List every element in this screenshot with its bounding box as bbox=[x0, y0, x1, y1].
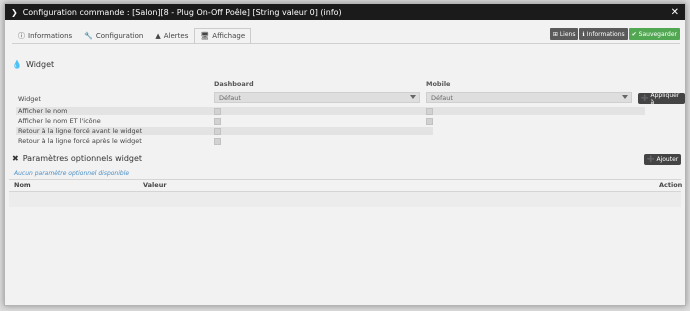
plus-circle-icon: ➕ bbox=[647, 156, 655, 163]
tab-informations[interactable]: ⓘ Informations bbox=[12, 28, 78, 44]
triangle-alert-icon: ▲ bbox=[155, 32, 161, 40]
widget-section-label: Widget bbox=[25, 60, 55, 69]
save-label: Sauvegarder bbox=[638, 30, 677, 38]
close-icon[interactable]: ✕ bbox=[671, 7, 679, 18]
add-parameter-label: Ajouter bbox=[656, 156, 679, 163]
tab-label: Configuration bbox=[95, 32, 144, 40]
wrench-icon: 🔧 bbox=[84, 32, 93, 40]
params-section-label: Paramètres optionnels widget bbox=[22, 154, 143, 163]
dashboard-break-after-checkbox[interactable] bbox=[214, 138, 221, 145]
widget-row-label: Widget bbox=[18, 95, 41, 103]
tab-alertes[interactable]: ▲ Alertes bbox=[149, 28, 194, 44]
dialog-titlebar: ❯ Configuration commande : [Salon][8 - P… bbox=[5, 4, 685, 20]
dashboard-widget-select[interactable]: Défaut bbox=[214, 92, 420, 103]
mobile-show-name-icon-checkbox[interactable] bbox=[426, 118, 433, 125]
apply-to-button[interactable]: ➕ Appliquer à bbox=[638, 91, 685, 106]
option-label-break-after: Retour à la ligne forcé après le widget bbox=[18, 137, 142, 145]
option-row-bg bbox=[16, 107, 433, 115]
mobile-select-value: Défaut bbox=[431, 93, 453, 102]
info-icon: ℹ bbox=[582, 30, 585, 38]
monitor-icon: 🖥 bbox=[200, 32, 210, 40]
widget-panel: Dashboard Mobile Widget Défaut Défaut ➕ … bbox=[12, 76, 685, 156]
dashboard-show-name-checkbox[interactable] bbox=[214, 108, 221, 115]
mobile-widget-select[interactable]: Défaut bbox=[426, 92, 632, 103]
option-label-show-name-icon: Afficher le nom ET l'icône bbox=[18, 117, 101, 125]
tab-label: Alertes bbox=[163, 32, 189, 40]
chevron-right-icon: ❯ bbox=[11, 7, 18, 17]
add-parameter-button[interactable]: ➕ Ajouter bbox=[644, 154, 682, 165]
links-button[interactable]: ⊞ Liens bbox=[549, 28, 579, 40]
informations-label: Informations bbox=[586, 30, 625, 38]
column-header-value: Valeur bbox=[143, 181, 167, 189]
dashboard-break-before-checkbox[interactable] bbox=[214, 128, 221, 135]
chevron-down-icon bbox=[410, 95, 416, 99]
apply-to-label: Appliquer à bbox=[650, 91, 680, 106]
action-buttons: ⊞ Liens ℹ Informations ✔ Sauvegarder bbox=[549, 28, 680, 40]
drop-icon: 💧 bbox=[12, 60, 22, 69]
params-section-title: ✖ Paramètres optionnels widget bbox=[12, 154, 142, 163]
check-icon: ✔ bbox=[631, 30, 637, 38]
tab-label: Affichage bbox=[212, 32, 246, 40]
widget-section-title: 💧 Widget bbox=[12, 60, 54, 69]
tab-label: Informations bbox=[28, 32, 73, 40]
command-config-dialog: ❯ Configuration commande : [Salon][8 - P… bbox=[4, 3, 686, 306]
tab-bar: ⓘ Informations 🔧 Configuration ▲ Alertes… bbox=[12, 28, 252, 44]
dashboard-select-value: Défaut bbox=[219, 93, 241, 102]
informations-button[interactable]: ℹ Informations bbox=[579, 28, 628, 40]
option-label-break-before: Retour à la ligne forcé avant le widget bbox=[18, 127, 143, 135]
tab-affichage[interactable]: 🖥 Affichage bbox=[194, 28, 252, 44]
mobile-column-header: Mobile bbox=[426, 80, 451, 88]
dashboard-show-name-icon-checkbox[interactable] bbox=[214, 118, 221, 125]
params-table-body bbox=[9, 192, 681, 207]
tools-icon: ✖ bbox=[12, 154, 19, 163]
column-header-action: Action bbox=[659, 181, 683, 189]
toolbar: ⓘ Informations 🔧 Configuration ▲ Alertes… bbox=[5, 20, 685, 48]
plus-circle-icon: ➕ bbox=[641, 95, 649, 102]
save-button[interactable]: ✔ Sauvegarder bbox=[628, 28, 680, 40]
column-header-name: Nom bbox=[14, 181, 31, 189]
links-label: Liens bbox=[559, 30, 576, 38]
info-circle-icon: ⓘ bbox=[18, 32, 25, 40]
dialog-title: Configuration commande : [Salon][8 - Plu… bbox=[22, 7, 342, 17]
option-label-show-name: Afficher le nom bbox=[18, 107, 68, 115]
tab-configuration[interactable]: 🔧 Configuration bbox=[78, 28, 149, 44]
tabs-divider bbox=[12, 43, 680, 44]
dashboard-column-header: Dashboard bbox=[214, 80, 254, 88]
mobile-show-name-checkbox[interactable] bbox=[426, 108, 433, 115]
table-divider bbox=[9, 179, 681, 180]
no-params-message: Aucun paramètre optionnel disponible bbox=[14, 170, 130, 177]
links-icon: ⊞ bbox=[552, 30, 558, 38]
chevron-down-icon bbox=[622, 95, 628, 99]
option-row-bg bbox=[433, 107, 645, 115]
